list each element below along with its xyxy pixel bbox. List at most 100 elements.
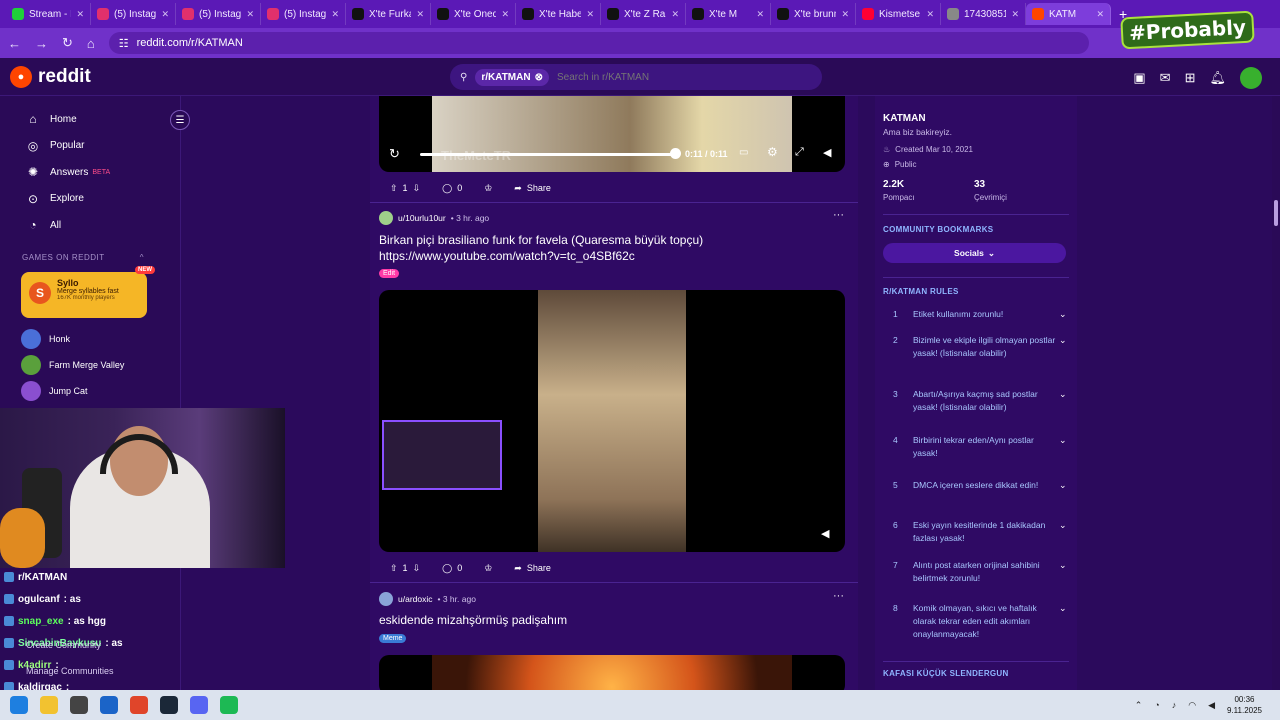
game-item[interactable]: Honk — [0, 326, 180, 352]
post-options-icon[interactable]: ··· — [833, 590, 844, 602]
rule-item[interactable]: 4 Birbirini tekrar eden/Aynı postlar yasa… — [893, 434, 1071, 460]
post-link-text[interactable]: https://www.youtube.com/watch?v=tc_o4SBf… — [379, 248, 703, 264]
game-item[interactable]: Farm Merge Valley — [0, 352, 180, 378]
search-input[interactable] — [556, 71, 757, 83]
rule-item[interactable]: 5 DMCA içeren seslere dikkat edin! ⌄ — [893, 479, 1071, 492]
vote-control[interactable]: ⇧ 1 ⇩ — [384, 178, 426, 198]
reddit-logo[interactable]: ● reddit — [10, 65, 91, 88]
start-icon[interactable] — [10, 696, 28, 714]
close-tab-icon[interactable]: ✕ — [331, 9, 339, 20]
browser-tab[interactable]: Stream - K ✕ — [6, 3, 91, 25]
author-avatar[interactable] — [379, 211, 393, 225]
nav-item-all[interactable]: ◔ All — [0, 212, 180, 239]
forward-icon[interactable]: → — [35, 36, 48, 51]
replay-icon[interactable]: ↻ — [389, 146, 400, 162]
close-tab-icon[interactable]: ✕ — [1096, 9, 1104, 20]
post-author[interactable]: u/ardoxic — [398, 594, 433, 604]
discord-icon[interactable] — [190, 696, 208, 714]
outlook-icon[interactable] — [100, 696, 118, 714]
close-tab-icon[interactable]: ✕ — [76, 9, 84, 20]
socials-button[interactable]: Socials ⌄ — [883, 243, 1066, 263]
manage-communities-link[interactable]: Manage Communities — [26, 666, 114, 676]
chat-icon[interactable]: ✉ — [1160, 70, 1171, 86]
close-tab-icon[interactable]: ✕ — [246, 9, 254, 20]
video-player[interactable]: ◀ — [379, 290, 845, 552]
rule-item[interactable]: 3 Abartı/Aşırıya kaçmış sad postlar yasak… — [893, 388, 1071, 414]
browser-tab[interactable]: X'te brunn ✕ — [771, 3, 856, 25]
rule-item[interactable]: 2 Bizimle ve ekiple ilgili olmayan postla… — [893, 334, 1071, 360]
close-tab-icon[interactable]: ✕ — [841, 9, 849, 20]
browser-tab[interactable]: (5) Instagr ✕ — [176, 3, 261, 25]
browser-tab[interactable]: X'te Onedi ✕ — [431, 3, 516, 25]
steam-icon[interactable] — [160, 696, 178, 714]
create-community-link[interactable]: Create Community — [26, 640, 101, 650]
page-scrollbar[interactable] — [1272, 96, 1280, 690]
close-tab-icon[interactable]: ✕ — [416, 9, 424, 20]
downvote-icon[interactable]: ⇩ — [413, 183, 421, 194]
rule-item[interactable]: 1 Etiket kullanımı zorunlu! ⌄ — [893, 308, 1071, 321]
close-tab-icon[interactable]: ✕ — [926, 9, 934, 20]
close-tab-icon[interactable]: ✕ — [1011, 9, 1019, 20]
chevron-up-icon[interactable]: ⌃ — [1135, 700, 1143, 711]
close-tab-icon[interactable]: ✕ — [161, 9, 169, 20]
create-post-icon[interactable]: ⊞ — [1185, 70, 1196, 86]
browser-tab[interactable]: X'te Z Rap ✕ — [601, 3, 686, 25]
close-tab-icon[interactable]: ✕ — [586, 9, 594, 20]
browser-tab[interactable]: 17430851 ✕ — [941, 3, 1026, 25]
advertise-icon[interactable]: ▣ — [1133, 70, 1145, 86]
rule-item[interactable]: 6 Eski yayın kesitlerinde 1 dakikadan faz… — [893, 519, 1071, 545]
browser-tab[interactable]: X'te Furkan ✕ — [346, 3, 431, 25]
video-player[interactable]: ↻ TheMeteTR 0:11 / 0:11 ▭ ⚙ ⤢ ◀ — [379, 96, 845, 172]
fullscreen-icon[interactable]: ⤢ — [795, 146, 804, 159]
spotify-icon[interactable] — [220, 696, 238, 714]
video-player[interactable] — [379, 655, 845, 690]
home-button-icon[interactable]: ⌂ — [87, 36, 95, 51]
downvote-icon[interactable]: ⇩ — [413, 563, 421, 574]
upvote-icon[interactable]: ⇧ — [390, 183, 398, 194]
speaker-icon[interactable]: ◀ — [1208, 700, 1215, 711]
files-icon[interactable] — [40, 696, 58, 714]
comments-button[interactable]: ◯ 0 — [436, 558, 468, 578]
nav-item-explore[interactable]: ⊙ Explore — [0, 186, 180, 213]
close-tab-icon[interactable]: ✕ — [671, 9, 679, 20]
chrome-icon[interactable] — [130, 696, 148, 714]
clock[interactable]: 00:36 9.11.2025 — [1227, 694, 1262, 716]
browser-tab[interactable]: Kismetse O ✕ — [856, 3, 941, 25]
browser-tab[interactable]: (5) Instagr ✕ — [261, 3, 346, 25]
user-avatar[interactable] — [1240, 67, 1262, 89]
url-bar[interactable]: ☷ reddit.com/r/KATMAN — [108, 32, 1089, 54]
close-tab-icon[interactable]: ✕ — [756, 9, 764, 20]
award-button[interactable]: ♔ — [478, 558, 498, 578]
volume-icon[interactable]: ◀ — [823, 146, 831, 159]
upvote-icon[interactable]: ⇧ — [390, 563, 398, 574]
post-title[interactable]: Birkan piçi brasiliano funk for favela (… — [379, 232, 703, 264]
rule-item[interactable]: 7 Alıntı post atarken orijinal sahibini b… — [893, 559, 1071, 585]
vote-control[interactable]: ⇧ 1 ⇩ — [384, 558, 426, 578]
browser-tab[interactable]: (5) Instagr ✕ — [91, 3, 176, 25]
network-icon[interactable]: ◔ — [1154, 700, 1159, 710]
calculator-icon[interactable] — [70, 696, 88, 714]
subreddit-chip[interactable]: r/KATMAN ⊗ — [475, 68, 549, 86]
game-item[interactable]: Jump Cat — [0, 378, 180, 404]
collapse-sidebar-button[interactable]: ☰ — [170, 110, 190, 130]
rule-item[interactable]: 8 Komik olmayan, sıkıcı ve haftalık olara… — [893, 602, 1071, 641]
browser-tab[interactable]: X'te M ✕ — [686, 3, 771, 25]
post-flair[interactable]: Meme — [379, 634, 407, 643]
reload-icon[interactable]: ↻ — [62, 35, 73, 51]
wifi-icon[interactable]: ◠ — [1188, 700, 1196, 711]
post-flair[interactable]: Edit — [379, 269, 400, 278]
site-info-icon[interactable]: ☷ — [119, 37, 129, 50]
share-button[interactable]: ➦ Share — [508, 178, 557, 198]
back-icon[interactable]: ← — [8, 36, 21, 51]
comments-button[interactable]: ◯ 0 — [436, 178, 468, 198]
nav-item-home[interactable]: ⌂ Home — [0, 106, 180, 133]
close-tab-icon[interactable]: ✕ — [501, 9, 509, 20]
captions-icon[interactable]: ▭ — [739, 147, 748, 158]
post-options-icon[interactable]: ··· — [833, 209, 844, 221]
browser-tab[interactable]: KATM ✕ — [1026, 3, 1111, 25]
search-bar[interactable]: ⚲ r/KATMAN ⊗ — [450, 64, 822, 90]
featured-game-card[interactable]: S Syllo Merge syllables fast 167K monthl… — [21, 265, 155, 318]
browser-tab[interactable]: X'te Haber ✕ — [516, 3, 601, 25]
games-section-header[interactable]: GAMES ON REDDIT ^ — [0, 253, 180, 262]
volume-icon[interactable]: ◀ — [821, 527, 829, 540]
